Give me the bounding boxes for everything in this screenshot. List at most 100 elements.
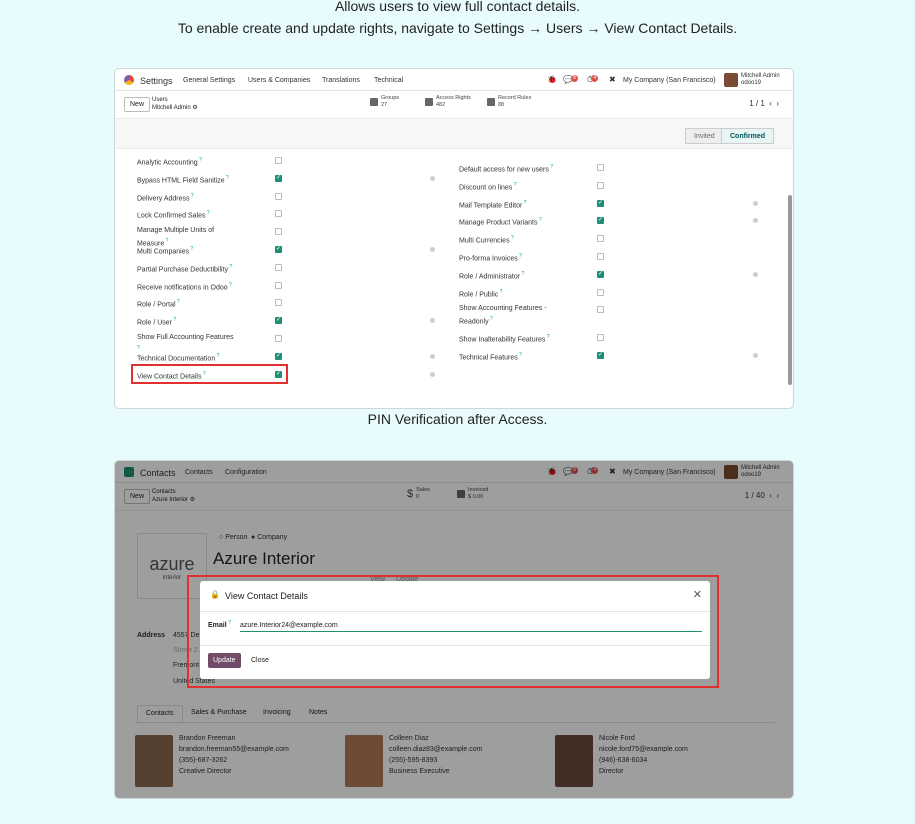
top-navbar: Settings General Settings Users & Compan… [115, 69, 793, 91]
odoo-logo-icon [124, 75, 134, 85]
group-label: Role / Portal ? [137, 299, 180, 309]
help-icon: ? [488, 316, 493, 323]
group-label: Pro-forma Invoices ? [459, 253, 522, 263]
info-icon[interactable] [753, 218, 758, 224]
group-label: Multi Companies ? [137, 246, 194, 256]
caption-line-2: To enable create and update rights, navi… [177, 20, 738, 36]
group-label: Default access for new users ? [459, 164, 554, 174]
menu-general-settings[interactable]: General Settings [183, 77, 235, 84]
stat-access-rights[interactable]: Access Rights 482 [425, 95, 471, 109]
group-label: Partial Purchase Deductibility ? [137, 263, 233, 274]
settings-screenshot: Settings General Settings Users & Compan… [114, 68, 794, 409]
group-checkbox[interactable] [275, 316, 282, 325]
help-icon: ? [520, 270, 525, 277]
stage-confirmed[interactable]: Confirmed [721, 128, 774, 144]
highlight-dialog [187, 575, 719, 688]
help-icon: ? [509, 235, 514, 242]
group-checkbox[interactable] [275, 335, 282, 342]
group-checkbox[interactable] [597, 199, 604, 207]
pager: 1 / 1 ‹ › [749, 99, 779, 108]
group-checkbox[interactable] [275, 299, 282, 307]
group-checkbox[interactable] [275, 210, 282, 218]
activity-icon[interactable]: ⏱4 [587, 75, 599, 85]
group-checkbox[interactable] [275, 245, 282, 253]
group-label: Discount on lines ? [459, 181, 517, 192]
group-checkbox[interactable] [597, 270, 604, 278]
help-icon: ? [517, 253, 522, 259]
info-icon[interactable] [430, 318, 435, 324]
group-label: Receive notifications in Odoo ? [137, 281, 232, 291]
help-icon: ? [227, 281, 232, 288]
group-checkbox[interactable] [597, 351, 604, 360]
group-checkbox[interactable] [275, 281, 282, 289]
help-icon: ? [228, 263, 233, 270]
group-label: Analytic Accounting ? [137, 157, 202, 167]
group-checkbox[interactable] [597, 164, 604, 171]
info-icon[interactable] [430, 353, 435, 359]
group-label: Show Inalterability Features ? [459, 334, 550, 344]
caption-line-3: PIN Verification after Access. [367, 411, 548, 427]
group-label: Role / User ? [137, 317, 177, 327]
group-label: Technical Features ? [459, 352, 522, 362]
breadcrumb: Users Mitchell Admin ⚙ [152, 96, 198, 112]
activity-count: 4 [591, 75, 599, 82]
tools-icon[interactable]: ✖ [609, 75, 616, 84]
scrollbar[interactable] [788, 195, 792, 385]
help-icon: ? [189, 192, 194, 199]
help-icon: ? [548, 164, 554, 170]
breadcrumb-current: Mitchell Admin [152, 105, 191, 111]
highlight-view-contact-details [131, 364, 288, 384]
menu-translations[interactable]: Translations [322, 77, 360, 84]
group-checkbox[interactable] [275, 263, 282, 271]
help-icon: ? [172, 317, 177, 324]
group-checkbox[interactable] [275, 352, 282, 360]
user-avatar[interactable] [724, 73, 738, 87]
info-icon[interactable] [430, 371, 435, 377]
group-checkbox[interactable] [275, 157, 282, 164]
group-label: Lock Confirmed Sales ? [137, 210, 210, 220]
info-icon[interactable] [753, 200, 758, 206]
group-label: Role / Public ? [459, 288, 503, 298]
group-label: Delivery Address ? [137, 192, 194, 202]
help-icon: ? [189, 246, 194, 252]
messages-icon[interactable]: 💬8 [563, 75, 578, 84]
group-checkbox[interactable] [597, 216, 604, 225]
company-switcher[interactable]: My Company (San Francisco) [623, 77, 716, 84]
group-checkbox[interactable] [597, 306, 604, 314]
help-icon: ? [224, 174, 229, 181]
stat-groups[interactable]: Groups 27 [370, 95, 399, 109]
menu-technical[interactable]: Technical [374, 77, 403, 84]
group-checkbox[interactable] [275, 228, 282, 236]
new-button[interactable]: New [124, 97, 151, 112]
info-icon[interactable] [430, 175, 435, 181]
stage-invited[interactable]: Invited [685, 128, 724, 144]
help-icon: ? [197, 157, 202, 163]
help-icon: ? [517, 352, 522, 359]
group-label: Show Accounting Features - Readonly ? [459, 305, 547, 326]
group-checkbox[interactable] [597, 181, 604, 189]
menu-users-companies[interactable]: Users & Companies [248, 77, 310, 84]
app-name[interactable]: Settings [140, 76, 173, 86]
messages-count: 8 [570, 75, 578, 82]
gear-icon[interactable]: ⚙ [192, 105, 197, 111]
info-icon[interactable] [430, 247, 435, 252]
group-checkbox[interactable] [275, 192, 282, 200]
group-checkbox[interactable] [597, 253, 604, 260]
group-checkbox[interactable] [597, 334, 604, 342]
group-checkbox[interactable] [597, 288, 604, 296]
group-label: Multi Currencies ? [459, 235, 514, 245]
help-icon: ? [537, 217, 542, 224]
help-icon: ? [498, 288, 503, 295]
info-icon[interactable] [753, 271, 758, 277]
bug-icon[interactable]: 🐞 [547, 75, 557, 84]
info-icon[interactable] [753, 353, 758, 359]
control-panel: New Users Mitchell Admin ⚙ Groups 27 Acces… [115, 91, 793, 119]
group-checkbox[interactable] [597, 235, 604, 243]
group-label: Role / Administrator ? [459, 270, 525, 281]
breadcrumb-parent[interactable]: Users [152, 97, 168, 103]
group-checkbox[interactable] [275, 174, 282, 182]
lock-icon [487, 98, 495, 106]
lock-icon [425, 98, 433, 106]
stat-record-rules[interactable]: Record Rules 88 [487, 95, 531, 109]
group-label: Mail Template Editor ? [459, 199, 527, 209]
